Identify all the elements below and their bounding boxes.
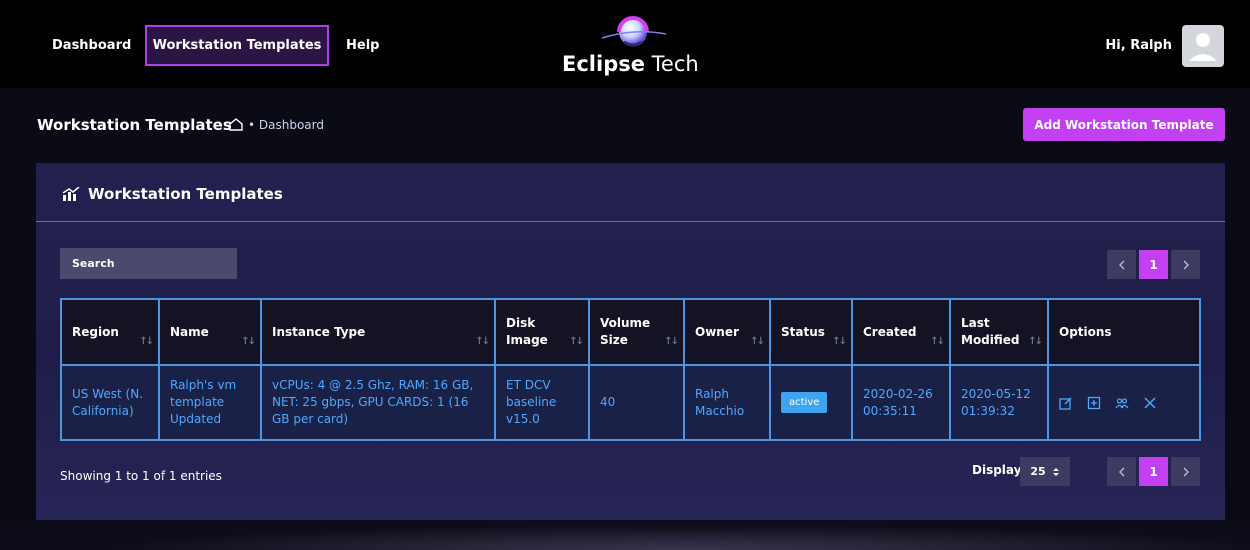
cell-created: 2020-02-26 00:35:11: [851, 364, 951, 441]
sort-icon[interactable]: ↑↓: [930, 333, 945, 350]
cell-owner: Ralph Macchio: [683, 364, 771, 441]
sort-icon[interactable]: ↑↓: [139, 333, 154, 350]
breadcrumb[interactable]: • Dashboard: [248, 118, 324, 132]
entries-info: Showing 1 to 1 of 1 entries: [60, 469, 222, 483]
brand-name-light: Tech: [644, 52, 699, 76]
sort-icon[interactable]: ↑↓: [475, 333, 490, 350]
user-avatar-icon: [1189, 33, 1217, 61]
cell-region: US West (N. California): [60, 364, 160, 441]
brand-name: Eclipse Tech: [562, 52, 712, 76]
column-header-volume-size[interactable]: Volume Size ↑↓: [588, 298, 685, 366]
cell-options: [1047, 364, 1201, 441]
avatar[interactable]: [1182, 25, 1224, 67]
next-page-button[interactable]: [1171, 457, 1200, 486]
column-header-options: Options: [1047, 298, 1201, 366]
users-icon[interactable]: [1115, 396, 1129, 410]
sort-icon[interactable]: ↑↓: [569, 333, 584, 350]
column-label: Options: [1059, 324, 1112, 339]
chevron-left-icon: [1118, 260, 1124, 269]
nav-dashboard[interactable]: Dashboard: [52, 38, 131, 53]
column-label: Created: [863, 324, 917, 339]
chevron-left-icon: [1118, 467, 1124, 476]
cell-name[interactable]: Ralph's vm template Updated: [158, 364, 262, 441]
column-header-region[interactable]: Region ↑↓: [60, 298, 160, 366]
table-row: US West (N. California) Ralph's vm templ…: [60, 364, 1201, 441]
background-city-lights: [0, 520, 1250, 550]
sort-icon[interactable]: ↑↓: [241, 333, 256, 350]
nav-workstation-templates[interactable]: Workstation Templates: [145, 25, 329, 66]
page-size-select[interactable]: 25: [1020, 457, 1070, 486]
column-label: Status: [781, 324, 825, 339]
eclipse-logo-icon: [601, 16, 667, 47]
column-header-status[interactable]: Status ↑↓: [769, 298, 853, 366]
card-title-text: Workstation Templates: [88, 185, 283, 203]
page-size-value: 25: [1030, 465, 1046, 478]
cell-status: active: [769, 364, 853, 441]
close-icon[interactable]: [1143, 396, 1157, 410]
sort-icon[interactable]: ↑↓: [750, 333, 765, 350]
column-label: Disk Image: [506, 316, 548, 347]
column-header-last-modified[interactable]: Last Modified ↑↓: [949, 298, 1049, 366]
column-header-disk-image[interactable]: Disk Image ↑↓: [494, 298, 590, 366]
templates-table: Region ↑↓ Name ↑↓ Instance Type ↑↓ Disk Ima…: [60, 298, 1201, 441]
add-workstation-template-button[interactable]: Add Workstation Template: [1023, 108, 1225, 141]
brand-name-bold: Eclipse: [562, 52, 645, 76]
sort-icon[interactable]: ↑↓: [664, 333, 679, 350]
cell-disk-image: ET DCV baseline v15.0: [494, 364, 590, 441]
top-pagination: 1: [1107, 250, 1200, 279]
column-header-created[interactable]: Created ↑↓: [851, 298, 951, 366]
edit-icon[interactable]: [1059, 396, 1073, 410]
column-label: Region: [72, 324, 119, 339]
column-header-instance-type[interactable]: Instance Type ↑↓: [260, 298, 496, 366]
workstation-templates-card: Workstation Templates 1 Region ↑↓ Name ↑↓ …: [36, 163, 1225, 520]
search-input[interactable]: [60, 248, 237, 279]
page-button-current[interactable]: 1: [1139, 250, 1168, 279]
display-label: Display: [972, 463, 1022, 477]
chevron-right-icon: [1183, 467, 1189, 476]
table-header-row: Region ↑↓ Name ↑↓ Instance Type ↑↓ Disk Ima…: [60, 298, 1201, 366]
chevron-right-icon: [1183, 260, 1189, 269]
cell-instance-type: vCPUs: 4 @ 2.5 Ghz, RAM: 16 GB, NET: 25 …: [260, 364, 496, 441]
status-badge: active: [781, 392, 828, 413]
eclipse-tech-logo[interactable]: Eclipse Tech: [562, 12, 712, 78]
bottom-pagination: 1: [1107, 457, 1200, 486]
cell-last-modified: 2020-05-12 01:39:32: [949, 364, 1049, 441]
column-label: Last Modified: [961, 316, 1020, 347]
prev-page-button[interactable]: [1107, 250, 1136, 279]
card-divider: [36, 221, 1225, 222]
column-header-name[interactable]: Name ↑↓: [158, 298, 262, 366]
page-title: Workstation Templates: [37, 116, 232, 134]
column-label: Owner: [695, 324, 739, 339]
prev-page-button[interactable]: [1107, 457, 1136, 486]
sort-icon[interactable]: ↑↓: [832, 333, 847, 350]
card-title: Workstation Templates: [62, 185, 283, 203]
nav-help[interactable]: Help: [346, 38, 379, 53]
sort-arrows-icon: [1052, 467, 1059, 476]
user-greeting: Hi, Ralph: [1105, 38, 1172, 53]
sort-icon[interactable]: ↑↓: [1028, 333, 1043, 350]
home-icon[interactable]: [228, 116, 244, 136]
column-label: Instance Type: [272, 324, 366, 339]
top-navigation: Dashboard Workstation Templates Help Ecl…: [0, 0, 1250, 88]
page-button-current[interactable]: 1: [1139, 457, 1168, 486]
column-label: Name: [170, 324, 209, 339]
add-box-icon[interactable]: [1087, 396, 1101, 410]
chart-icon: [62, 187, 80, 201]
cell-volume-size: 40: [588, 364, 685, 441]
next-page-button[interactable]: [1171, 250, 1200, 279]
column-header-owner[interactable]: Owner ↑↓: [683, 298, 771, 366]
column-label: Volume Size: [600, 316, 651, 347]
